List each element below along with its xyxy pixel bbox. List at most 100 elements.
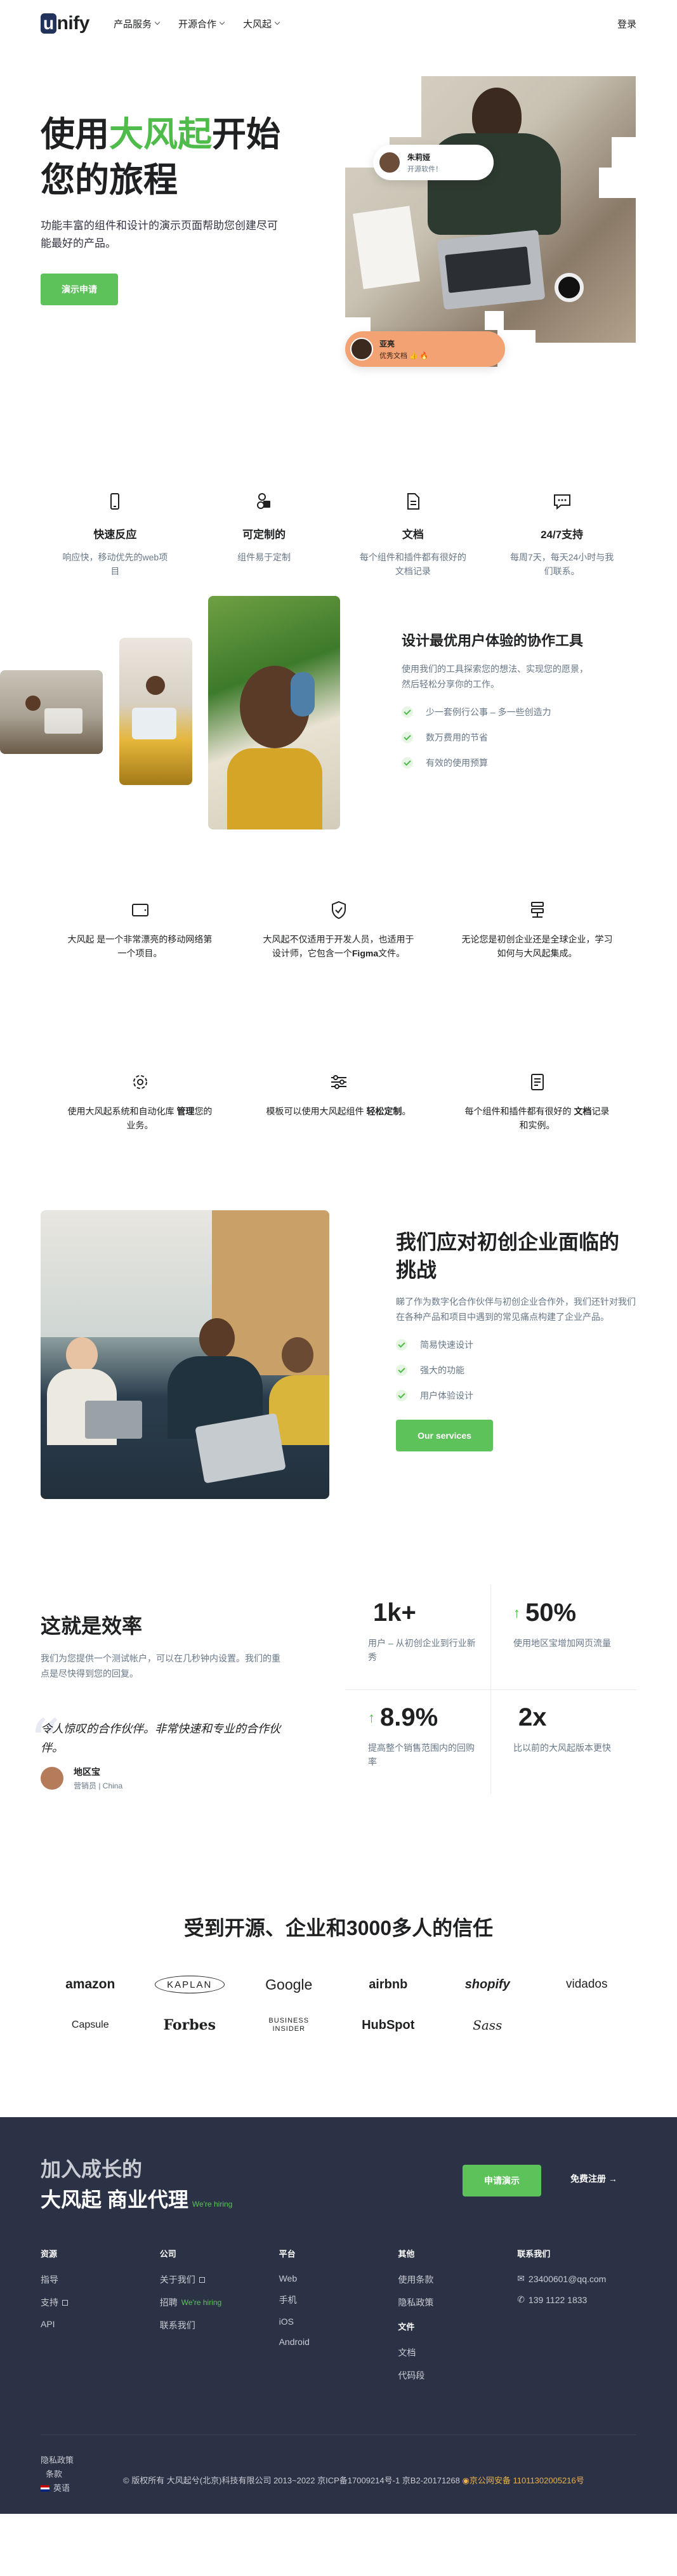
grid-item: 大风起不仅适用于开发人员，也适用于设计师，它包含一个Figma文件。 (239, 899, 438, 1038)
checklist: 少一套例行公事 – 多一些创造力 数万费用的节省 有效的使用预算 (402, 706, 595, 769)
check-icon (402, 706, 413, 718)
capsule-logo: Capsule (71, 2019, 109, 2030)
shopify-logo: shopify (464, 1977, 510, 1991)
copyright: © 版权所有 大风起兮(北京)科技有限公司 2013~2022 京ICP备170… (123, 2476, 584, 2485)
trust-section: 受到开源、企业和3000多人的信任 amazon KAPLAN Google a… (41, 1817, 636, 2117)
avatar (350, 338, 373, 360)
check-icon (396, 1390, 407, 1401)
chevron-down-icon (219, 19, 225, 25)
page: u nify 产品服务 开源合作 大风起 登录 使用大风起开始您的旅程 功能丰富的… (0, 0, 677, 2514)
divider (41, 2434, 636, 2435)
amazon-logo: amazon (65, 1977, 115, 1991)
footer-link[interactable]: 文档 (398, 2346, 517, 2359)
join-heading: 加入成长的 大风起 商业代理 We're hiring (41, 2158, 233, 2211)
arrow-up-icon: ↑ (513, 1604, 520, 1621)
chat-icon (553, 494, 570, 510)
check-icon (396, 1364, 407, 1376)
footer-link[interactable]: Android (279, 2337, 398, 2347)
footer-link[interactable]: 指导 (41, 2273, 160, 2286)
check-icon (396, 1339, 407, 1351)
free-register-link[interactable]: 免费注册 → (570, 2172, 617, 2185)
footer-link[interactable]: Web (279, 2273, 398, 2283)
nav-products[interactable]: 产品服务 (114, 17, 161, 30)
tablet-icon (131, 904, 148, 916)
footer-link[interactable]: API (41, 2319, 160, 2329)
phone-link[interactable]: ✆ 139 1122 1833 (517, 2294, 636, 2305)
footer-link[interactable]: 使用条款 (398, 2273, 517, 2286)
our-services-button[interactable]: Our services (396, 1420, 493, 1451)
features-row: 快速反应 响应快，移动优先的web项目 可定制的 组件易于定制 文档 每个组件和… (41, 380, 636, 596)
collaboration-text: 设计最优用户体验的协作工具 使用我们的工具探索您的想法、实现您的愿景，然后轻松分… (402, 631, 595, 782)
list-item: 用户体验设计 (396, 1389, 637, 1402)
trust-title: 受到开源、企业和3000多人的信任 (183, 1917, 494, 1939)
arrow-up-icon: ↑ (368, 1709, 375, 1726)
nav-open-source[interactable]: 开源合作 (178, 17, 225, 30)
grid-item: 无论您是初创企业还是全球企业，学习如何与大风起集成。 (438, 899, 636, 1038)
checklist: 简易快速设计 强大的功能 用户体验设计 (396, 1338, 637, 1402)
kaplan-logo: KAPLAN (154, 1976, 225, 1993)
sliders-icon (331, 1075, 346, 1089)
hero: 使用大风起开始您的旅程 功能丰富的组件和设计的演示页面帮助您创建尽可能最好的产品… (41, 47, 636, 380)
footer-link[interactable]: 隐私政策 (398, 2296, 517, 2309)
stat-item: 1k+ 用户 – 从初创企业到行业新秀 (368, 1599, 476, 1662)
nav-dafengqi[interactable]: 大风起 (243, 17, 280, 30)
mail-icon: ✉ (517, 2273, 525, 2283)
privacy-link[interactable]: 隐私政策 (41, 2454, 74, 2467)
apply-demo-button[interactable]: 申请演示 (463, 2165, 541, 2196)
efficiency-text: 这就是效率 我们为您提供一个测试帐户，可以在几秒钟内设置。我们的重点是尽快得到您… (29, 1610, 282, 1790)
list-item: 有效的使用预算 (402, 756, 595, 769)
footer-col-contact: 联系我们 ✉ 23400601@qq.com ✆ 139 1122 1833 (517, 2247, 636, 2392)
demo-request-button[interactable]: 演示申请 (41, 274, 118, 305)
avatar (41, 1767, 63, 1790)
hero-image (345, 76, 636, 367)
testimonial-quote: 令人惊叹的合作伙伴。非常快速和专业的合作伙伴。 (41, 1722, 280, 1754)
footer-link[interactable]: 代码段 (398, 2369, 517, 2382)
woman-laptop-image (119, 638, 192, 785)
phone-icon (110, 493, 120, 510)
footer-columns: 资源 指导 支持 API 公司 关于我们 招聘 We're hiring 联系我们… (41, 2247, 636, 2392)
email-link[interactable]: ✉ 23400601@qq.com (517, 2273, 636, 2284)
hero-title: 使用大风起开始您的旅程 (41, 116, 280, 199)
logo[interactable]: u nify (41, 13, 89, 34)
footer-link[interactable]: 联系我们 (160, 2319, 279, 2332)
footer-col-resources: 资源 指导 支持 API (41, 2247, 160, 2392)
list-item: 少一套例行公事 – 多一些创造力 (402, 706, 595, 718)
login-link[interactable]: 登录 (617, 17, 636, 30)
hubspot-logo: HubSpot (362, 2018, 415, 2032)
language-select[interactable]: 英语 (41, 2481, 74, 2495)
footer-link[interactable]: 关于我们 (160, 2273, 279, 2286)
document-icon (407, 493, 419, 510)
google-logo: Google (265, 1976, 313, 1993)
grid-item: 大风起 是一个非常漂亮的移动网络第一个项目。 (41, 899, 239, 1038)
footer-col-company: 公司 关于我们 招聘 We're hiring 联系我们 (160, 2247, 279, 2392)
footer: 加入成长的 大风起 商业代理 We're hiring 申请演示 免费注册 → 资… (0, 2117, 677, 2514)
woman-headphones-image (208, 596, 340, 829)
footer-link[interactable]: 招聘 We're hiring (160, 2296, 279, 2309)
check-icon (402, 757, 413, 769)
footer-bottom-links: 隐私政策 条款 英语 (41, 2454, 74, 2495)
hero-description: 功能丰富的组件和设计的演示页面帮助您创建尽可能最好的产品。 (41, 220, 278, 249)
user-chip-yaliang: 亚亮 优秀文档 👍 🔥 (345, 331, 505, 367)
network-icon (530, 902, 544, 918)
startup-description: 睇了作为数字化合作伙伴与初创企业合作外，我们还针对我们在各种产品和项目中遇到的常… (396, 1297, 636, 1322)
footer-link[interactable]: iOS (279, 2316, 398, 2327)
stats-grid: 1k+ 用户 – 从初创企业到行业新秀 ↑ 50% 使用地区宝增加网页流量 ↑ 8.… (345, 1585, 636, 1794)
collaboration-title: 设计最优用户体验的协作工具 (402, 633, 584, 649)
forbes-logo: Forbes (163, 2017, 216, 2033)
feature-item: 可定制的 组件易于定制 (190, 491, 339, 596)
shapes-icon (257, 493, 271, 509)
terms-link[interactable]: 条款 (46, 2467, 74, 2481)
footer-col-platform: 平台 Web 手机 iOS Android (279, 2247, 398, 2392)
feature-item: 24/7支持 每周7天，每天24小时与我们联系。 (487, 491, 636, 596)
efficiency-section: 这就是效率 我们为您提供一个测试帐户，可以在几秒钟内设置。我们的重点是尽快得到您… (29, 1553, 636, 1817)
feature-item: 文档 每个组件和插件都有很好的文档记录 (339, 491, 488, 596)
capabilities-grid: 大风起 是一个非常漂亮的移动网络第一个项目。 大风起不仅适用于开发人员，也适用于… (41, 897, 636, 1210)
external-link-icon (199, 2276, 205, 2283)
footer-link[interactable]: 手机 (279, 2294, 398, 2306)
stat-item: 2x 比以前的大风起版本更快 (513, 1703, 611, 1753)
list-item: 数万费用的节省 (402, 731, 595, 744)
office-image (0, 670, 103, 754)
efficiency-title: 这就是效率 (41, 1615, 143, 1637)
stat-item: ↑ 8.9% 提高整个销售范围内的回购率 (368, 1703, 475, 1767)
footer-link[interactable]: 支持 (41, 2296, 160, 2309)
